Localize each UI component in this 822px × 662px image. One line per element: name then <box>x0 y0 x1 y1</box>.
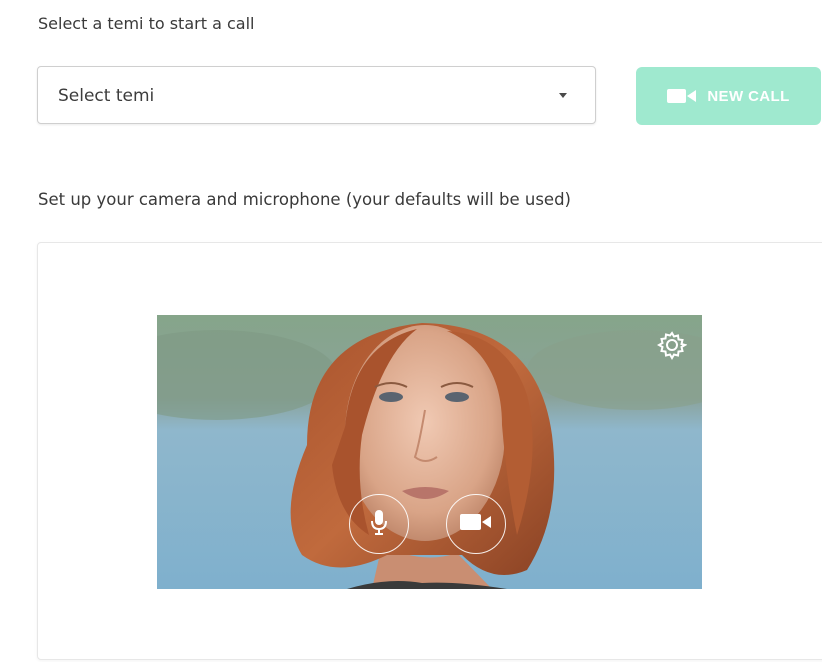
setup-instruction: Set up your camera and microphone (your … <box>38 190 571 209</box>
select-temi-label: Select a temi to start a call <box>38 14 255 33</box>
microphone-toggle-button[interactable] <box>349 494 409 554</box>
video-camera-icon <box>667 88 697 104</box>
gear-icon[interactable] <box>656 330 688 361</box>
microphone-icon <box>371 509 387 539</box>
new-call-label: NEW CALL <box>707 87 790 105</box>
new-call-button[interactable]: NEW CALL <box>636 67 821 125</box>
temi-select[interactable]: Select temi <box>37 66 596 124</box>
temi-select-value: Select temi <box>58 86 155 106</box>
call-setup-page: Select a temi to start a call Select tem… <box>0 0 822 662</box>
camera-toggle-button[interactable] <box>446 494 506 554</box>
camera-preview <box>157 315 702 589</box>
caret-down-icon <box>559 93 567 98</box>
video-camera-icon <box>460 513 492 535</box>
